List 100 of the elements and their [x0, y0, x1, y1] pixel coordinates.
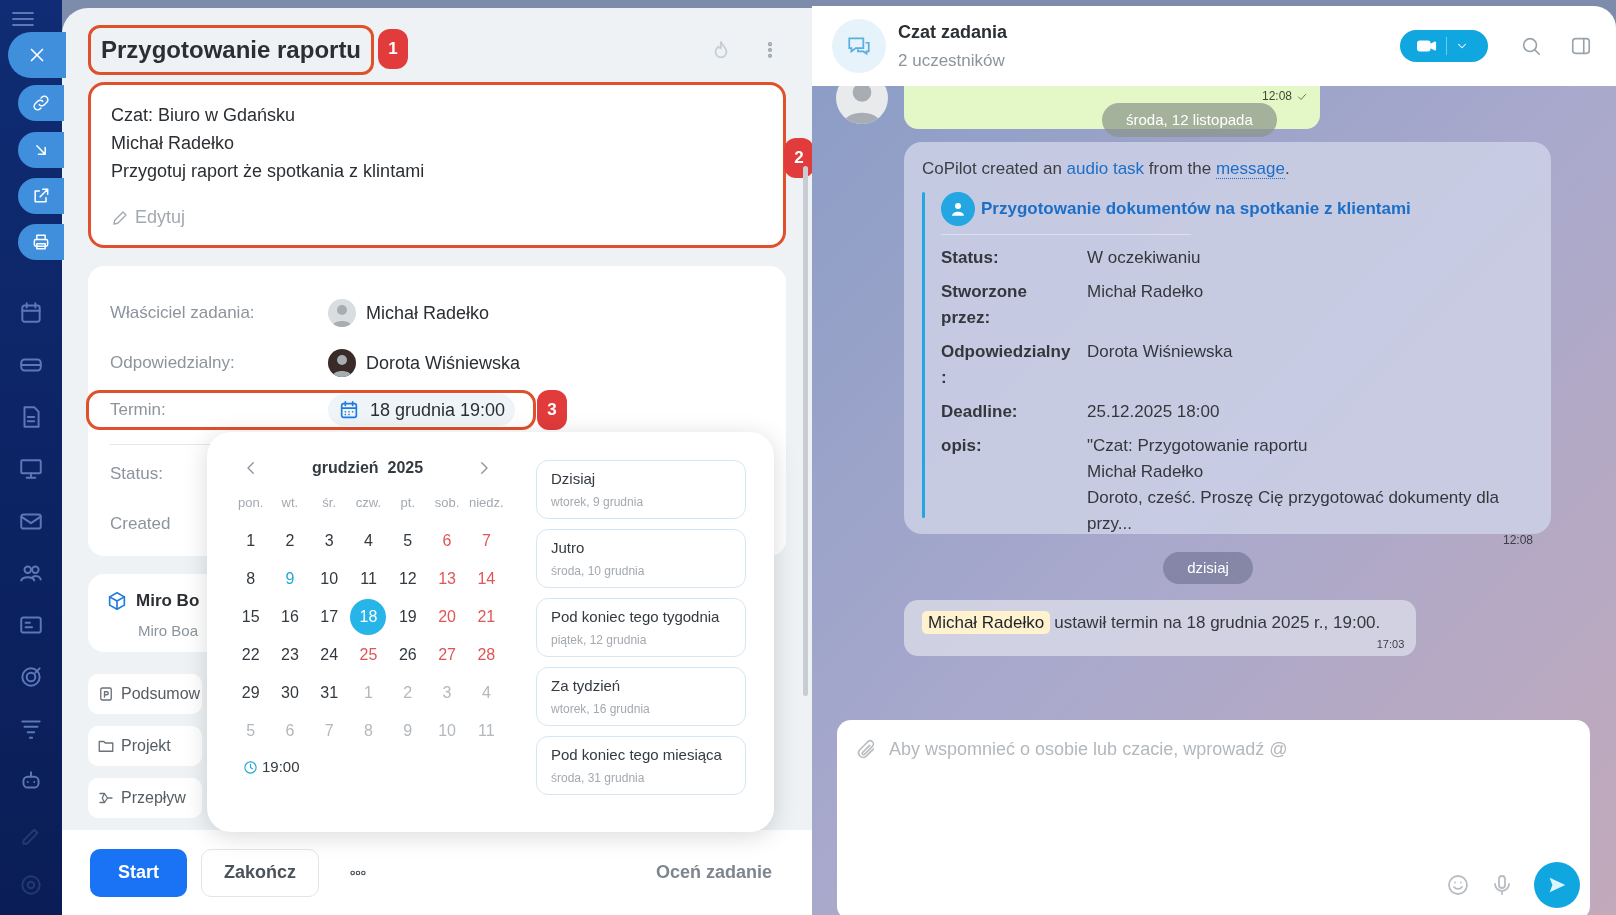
deadline-button[interactable]: 18 grudnia 19:00: [328, 394, 516, 426]
calendar-day[interactable]: 29: [232, 675, 269, 711]
calendar-day[interactable]: 5: [389, 523, 426, 559]
field-label: Odpowiedzialny :: [941, 340, 1072, 389]
calendar-icon: [338, 399, 360, 421]
calendar-day[interactable]: 6: [429, 523, 466, 559]
action-button[interactable]: [18, 224, 64, 260]
paperclip-icon[interactable]: [855, 738, 877, 761]
link-icon: [31, 93, 51, 113]
field-label: Status:: [110, 463, 163, 486]
field-label: Created: [110, 513, 171, 536]
field-label: Status:: [941, 246, 1000, 269]
calendar-day[interactable]: 3: [311, 523, 348, 559]
calendar-day[interactable]: 28: [468, 637, 505, 673]
target-icon: [18, 664, 44, 690]
weekday-label: pt.: [399, 494, 416, 512]
section-button[interactable]: Przepływ: [88, 778, 202, 818]
calendar-day[interactable]: 13: [429, 561, 466, 597]
calendar-day[interactable]: 20: [429, 599, 466, 635]
weekday-label: czw.: [354, 494, 383, 512]
start-button[interactable]: Start: [90, 848, 187, 897]
calendar-day[interactable]: 16: [271, 599, 308, 635]
preset-label: Dzisiaj: [551, 468, 597, 489]
preset-option[interactable]: Pod koniec tego miesiąca środa, 31 grudnia: [536, 736, 746, 795]
calendar-day[interactable]: 24: [311, 637, 348, 673]
field-value: "Czat: Przygotowanie raportu Michał Radełko Doroto, cześć. Proszę Cię przygotować dokumenty dla przy...: [1087, 434, 1500, 535]
calendar-day[interactable]: 26: [389, 637, 426, 673]
calendar-day[interactable]: 22: [232, 637, 269, 673]
calendar-day[interactable]: 12: [389, 561, 426, 597]
field-label: Właściciel zadania:: [110, 302, 256, 325]
menu-icon[interactable]: [12, 12, 34, 26]
time-button[interactable]: 19:00: [243, 756, 300, 779]
calendar-day[interactable]: 7: [468, 523, 505, 559]
preset-date: środa, 10 grudnia: [551, 563, 646, 581]
callout-badge: 2: [784, 138, 812, 178]
calendar-day[interactable]: 4: [350, 523, 387, 559]
preset-option[interactable]: Pod koniec tego tygodnia piątek, 12 grudnia: [536, 598, 746, 657]
weekday-label: wt.: [280, 494, 300, 512]
preset-label: Pod koniec tego miesiąca: [551, 744, 723, 765]
callout-badge: 3: [537, 390, 567, 430]
calendar-day[interactable]: 14: [468, 561, 505, 597]
print-icon: [31, 232, 51, 252]
calendar-day[interactable]: 10: [311, 561, 348, 597]
calendar-day[interactable]: 21: [468, 599, 505, 635]
close-button[interactable]: [8, 32, 66, 78]
message-time: 12:08: [1261, 88, 1292, 105]
video-call-button[interactable]: [1400, 30, 1488, 62]
card-subtitle: Miro Boa: [138, 620, 199, 641]
smiley-icon[interactable]: [1446, 873, 1470, 897]
message-time: 12:08: [1502, 531, 1533, 549]
calendar-day[interactable]: 19: [389, 599, 426, 635]
calendar-day[interactable]: 31: [311, 675, 348, 711]
weekday-label: pon.: [237, 494, 265, 512]
calendar-day[interactable]: 27: [429, 637, 466, 673]
preset-date: wtorek, 16 grudnia: [551, 701, 651, 719]
preset-option[interactable]: Dzisiaj wtorek, 9 grudnia: [536, 460, 746, 519]
send-button[interactable]: [1534, 862, 1580, 908]
weekday-label: śr.: [321, 494, 338, 512]
calendar-day[interactable]: 1: [232, 523, 269, 559]
chat-subtitle: 2 uczestników: [898, 49, 1006, 72]
action-button[interactable]: [18, 85, 64, 121]
field-label: Deadline:: [941, 400, 1019, 423]
action-button[interactable]: [18, 132, 64, 168]
calendar-day[interactable]: 30: [271, 675, 308, 711]
message-time: 17:03: [1376, 636, 1405, 652]
calendar-day[interactable]: 17: [311, 599, 348, 635]
field-label: Stworzone przez:: [941, 280, 1028, 329]
calendar-day[interactable]: 25: [350, 637, 387, 673]
action-button[interactable]: [18, 178, 64, 214]
card-title: Miro Bo: [136, 590, 200, 612]
document-icon: [97, 685, 115, 703]
calendar-day[interactable]: 23: [271, 637, 308, 673]
check-icon: [1296, 91, 1308, 103]
preset-date: środa, 31 grudnia: [551, 770, 646, 788]
calendar-day[interactable]: 8: [232, 561, 269, 597]
calendar-day[interactable]: 2: [271, 523, 308, 559]
preset-date: piątek, 12 grudnia: [551, 632, 648, 650]
side-panel-icon[interactable]: [1570, 35, 1592, 57]
preset-date: wtorek, 9 grudnia: [551, 494, 645, 512]
month-title: grudzień 2025: [310, 458, 425, 478]
rate-task-button[interactable]: Oceń zadanie: [655, 859, 772, 886]
calendar-icon: [18, 300, 44, 326]
preset-label: Jutro: [551, 537, 586, 558]
section-button[interactable]: Podsumow: [88, 674, 202, 714]
calendar-day[interactable]: 15: [232, 599, 269, 635]
field-value: Michał Radełko: [366, 301, 490, 325]
field-value: W oczekiwaniu: [1087, 246, 1202, 269]
weekday-label: sob.: [433, 494, 461, 512]
section-button[interactable]: Projekt: [88, 726, 202, 766]
preset-option[interactable]: Za tydzień wtorek, 16 grudnia: [536, 667, 746, 726]
cube-icon: [106, 589, 128, 612]
callout-badge: 1: [378, 29, 409, 69]
mention-tag[interactable]: Michał Radełko: [922, 611, 1051, 634]
field-label: Termin:: [110, 399, 167, 422]
preset-option[interactable]: Jutro środa, 10 grudnia: [536, 529, 746, 588]
field-value: 25.12.2025 18:00: [1087, 400, 1221, 423]
calendar-day[interactable]: 11: [350, 561, 387, 597]
field-label: Odpowiedzialny:: [110, 352, 236, 375]
finish-button[interactable]: Zakończ: [201, 848, 320, 897]
search-icon[interactable]: [1520, 35, 1542, 57]
